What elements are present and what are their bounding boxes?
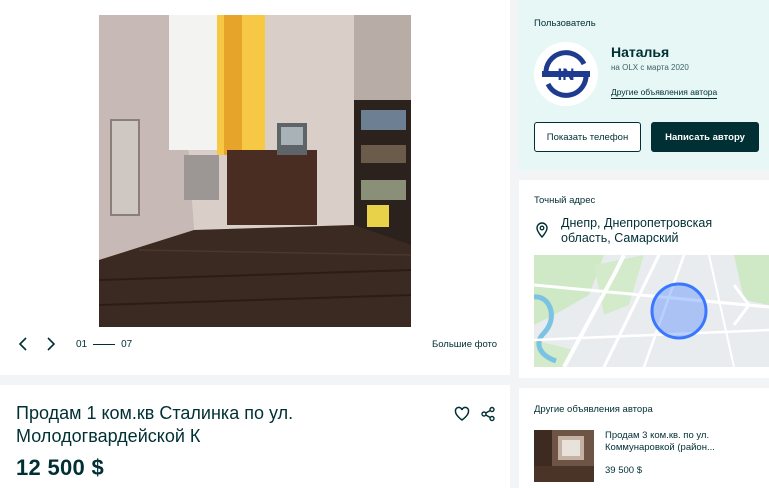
- user-since: на OLX с марта 2020: [611, 63, 689, 72]
- photo-counter: 01 07: [76, 339, 132, 350]
- avatar-logo: IN: [534, 42, 598, 106]
- map-image: [534, 255, 769, 367]
- other-ad-thumbnail[interactable]: [534, 430, 594, 482]
- avatar-text: IN: [558, 65, 575, 84]
- chevron-right-icon[interactable]: [42, 336, 60, 352]
- chevron-left-icon[interactable]: [14, 336, 32, 352]
- main-photo[interactable]: [99, 15, 411, 327]
- location-pin-icon: [535, 222, 549, 239]
- counter-divider: [93, 343, 116, 345]
- avatar[interactable]: IN: [534, 42, 598, 106]
- other-ad-photo: [534, 430, 594, 482]
- other-ads-card: Другие объявления автора Продам 3 ком.кв…: [519, 388, 769, 488]
- address-text: Днепр, Днепропетровская область, Самарск…: [561, 216, 713, 245]
- gallery-navigation: 01 07: [14, 336, 132, 352]
- counter-total: 07: [121, 338, 133, 350]
- photo-gallery: 01 07 Большие фото: [0, 0, 510, 375]
- other-ads-section-label: Другие объявления автора: [534, 404, 653, 415]
- address-section-label: Точный адрес: [534, 195, 596, 206]
- heart-icon[interactable]: [454, 406, 470, 422]
- other-ad-title[interactable]: Продам 3 ком.кв. по ул. Коммунаровкой (р…: [605, 430, 755, 454]
- write-author-button[interactable]: Написать автору: [651, 122, 759, 152]
- user-name: Наталья: [611, 44, 670, 60]
- other-ad-price: 39 500 $: [605, 465, 642, 476]
- user-section-label: Пользователь: [534, 18, 596, 29]
- share-icon[interactable]: [480, 406, 496, 422]
- big-photos-link[interactable]: Большие фото: [432, 339, 497, 350]
- room-photo-image: [99, 15, 411, 327]
- location-map[interactable]: [534, 255, 769, 367]
- counter-current: 01: [76, 338, 88, 350]
- ad-price: 12 500 $: [16, 455, 105, 480]
- ad-title: Продам 1 ком.кв Сталинка по ул. Молодогв…: [16, 403, 294, 446]
- address-card: Точный адрес Днепр, Днепропетровская обл…: [519, 180, 769, 378]
- other-ads-link[interactable]: Другие объявления автора: [611, 87, 718, 99]
- ad-title-card: Продам 1 ком.кв Сталинка по ул. Молодогв…: [0, 385, 510, 488]
- user-card: Пользователь IN Наталья на OLX с марта 2…: [519, 0, 769, 170]
- show-phone-button[interactable]: Показать телефон: [534, 122, 641, 152]
